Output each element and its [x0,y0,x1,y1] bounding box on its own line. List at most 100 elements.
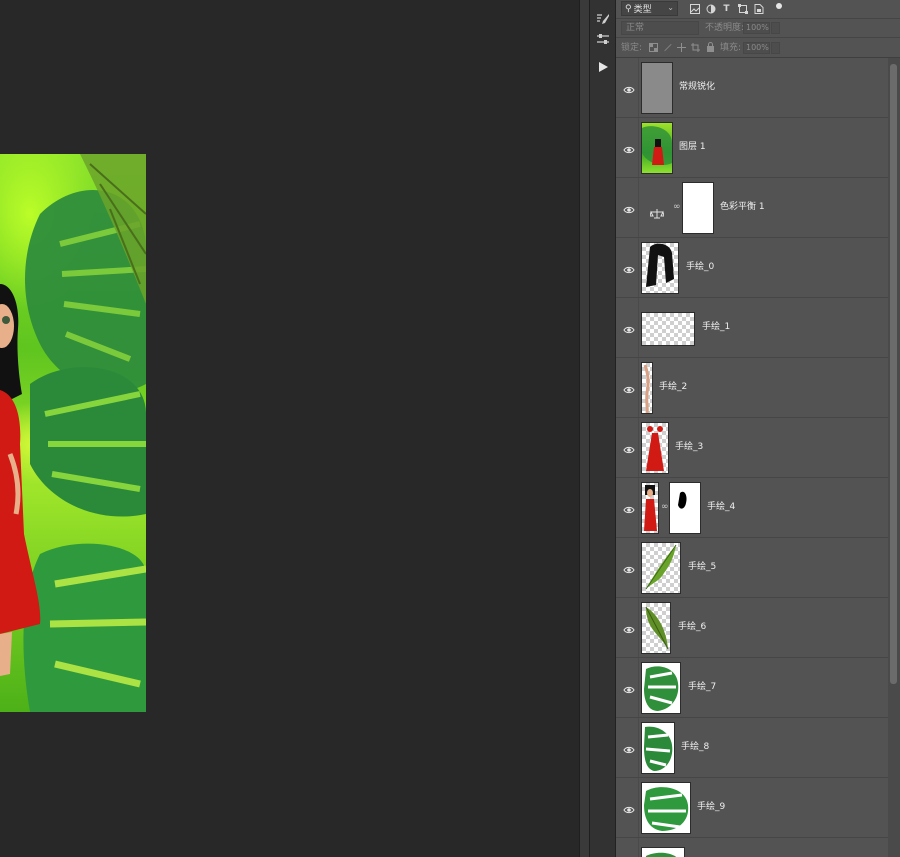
eye-column-divider [638,778,639,837]
lock-artboard-icon[interactable] [690,41,700,53]
layer-thumbnail[interactable] [641,62,673,114]
visibility-eye-icon[interactable] [623,201,635,214]
chain-link-icon[interactable]: ∞ [661,502,669,512]
visibility-eye-icon[interactable] [623,501,635,514]
fill-dropdown[interactable] [771,42,780,54]
lock-all-icon[interactable] [705,41,715,53]
layer-name[interactable]: 手绘_8 [681,741,709,753]
layer-row[interactable]: 手绘_2 [616,358,888,418]
visibility-eye-icon[interactable] [623,321,635,334]
layer-row[interactable]: 手绘_1 [616,298,888,358]
layer-thumbnail[interactable] [641,122,673,174]
visibility-eye-icon[interactable] [623,681,635,694]
layer-name[interactable]: 手绘_3 [675,441,703,453]
adjustment-filter-icon[interactable] [705,3,716,14]
layer-row[interactable]: 常规锐化 [616,58,888,118]
layer-row[interactable]: 手绘_6 [616,598,888,658]
layer-row[interactable]: 手绘_0 [616,238,888,298]
layer-name[interactable]: 手绘_9 [697,801,725,813]
visibility-eye-icon[interactable] [623,741,635,754]
artwork [0,154,146,712]
brush-settings-icon[interactable] [594,12,612,28]
eye-column-divider [638,598,639,657]
filter-type-select[interactable]: ⚲ 类型 ⌄ [621,1,678,16]
chevron-down-icon: ⌄ [667,3,674,12]
layer-name[interactable]: 手绘_4 [707,501,735,513]
document-image[interactable] [0,154,146,712]
layer-name[interactable]: 色彩平衡 1 [720,201,765,213]
layer-thumbnail[interactable] [641,722,675,774]
layer-thumbnail[interactable] [641,312,695,346]
visibility-eye-icon[interactable] [623,621,635,634]
eye-column-divider [638,118,639,177]
eye-column-divider [638,478,639,537]
eye-column-divider [638,178,639,237]
layer-thumbnail[interactable] [641,602,671,654]
layer-thumbnail[interactable] [641,847,685,857]
eye-column-divider [638,718,639,777]
layer-row[interactable]: ∞ 色彩平衡 1 [616,178,888,238]
layer-mask-thumbnail[interactable] [682,182,714,234]
layer-name[interactable]: 手绘_0 [686,261,714,273]
layer-name[interactable]: 手绘_2 [659,381,687,393]
layer-row[interactable]: 手绘_9 [616,778,888,838]
layers-scrollbar[interactable] [888,58,900,857]
layer-name[interactable]: 手绘_6 [678,621,706,633]
play-actions-icon[interactable] [594,59,612,75]
layer-row[interactable]: 图层 1 [616,118,888,178]
visibility-eye-icon[interactable] [623,81,635,94]
layer-row[interactable]: 手绘_3 [616,418,888,478]
eye-column-divider [638,238,639,297]
lock-transparency-icon[interactable] [648,41,658,53]
blend-mode-select[interactable]: 正常 [621,21,699,35]
smart-object-filter-icon[interactable] [753,3,764,14]
blend-row: 正常 不透明度: 100% [616,19,900,38]
layer-row[interactable]: ∞ 手绘_4 [616,478,888,538]
filter-type-value: 类型 [633,5,652,15]
scrollbar-thumb[interactable] [890,64,897,684]
layer-row[interactable]: 手绘_7 [616,658,888,718]
lock-label: 锁定: [621,43,643,53]
visibility-eye-icon[interactable] [623,141,635,154]
layer-name[interactable]: 图层 1 [679,141,706,153]
opacity-label: 不透明度: [705,23,745,33]
eye-column-divider [638,418,639,477]
layer-row[interactable] [616,838,888,857]
visibility-eye-icon[interactable] [623,261,635,274]
type-filter-icon[interactable]: T [721,3,732,14]
visibility-eye-icon[interactable] [623,561,635,574]
adjustments-icon[interactable] [594,31,612,47]
layer-thumbnail[interactable] [641,242,679,294]
layer-thumbnail[interactable] [641,482,659,534]
layer-mask-thumbnail[interactable] [669,482,701,534]
layer-row[interactable]: 手绘_5 [616,538,888,598]
eye-column-divider [638,298,639,357]
layer-thumbnail[interactable] [641,422,669,474]
panel-divider[interactable] [579,0,590,857]
shape-filter-icon[interactable] [737,3,748,14]
layer-name[interactable]: 手绘_7 [688,681,716,693]
layer-name[interactable]: 常规锐化 [679,81,715,93]
pixel-filter-icon[interactable] [689,3,700,14]
lock-row: 锁定: 填充: 100% [616,38,900,58]
layer-row[interactable]: 手绘_8 [616,718,888,778]
filter-toggle-icon[interactable] [773,0,784,11]
layer-name[interactable]: 手绘_5 [688,561,716,573]
canvas-area[interactable] [0,0,579,857]
fill-input[interactable]: 100% [743,42,770,54]
layer-name[interactable]: 手绘_1 [702,321,730,333]
fill-label: 填充: [720,43,742,53]
eye-column-divider [638,538,639,597]
visibility-eye-icon[interactable] [623,801,635,814]
layer-thumbnail[interactable] [641,362,653,414]
visibility-eye-icon[interactable] [623,441,635,454]
chain-link-icon[interactable]: ∞ [673,202,681,212]
opacity-dropdown[interactable] [771,22,780,34]
layer-thumbnail[interactable] [641,542,681,594]
visibility-eye-icon[interactable] [623,381,635,394]
opacity-input[interactable]: 100% [743,22,770,34]
layer-thumbnail[interactable] [641,662,681,714]
lock-image-pixels-icon[interactable] [662,41,672,53]
layer-thumbnail[interactable] [641,782,691,834]
lock-position-icon[interactable] [676,41,686,53]
